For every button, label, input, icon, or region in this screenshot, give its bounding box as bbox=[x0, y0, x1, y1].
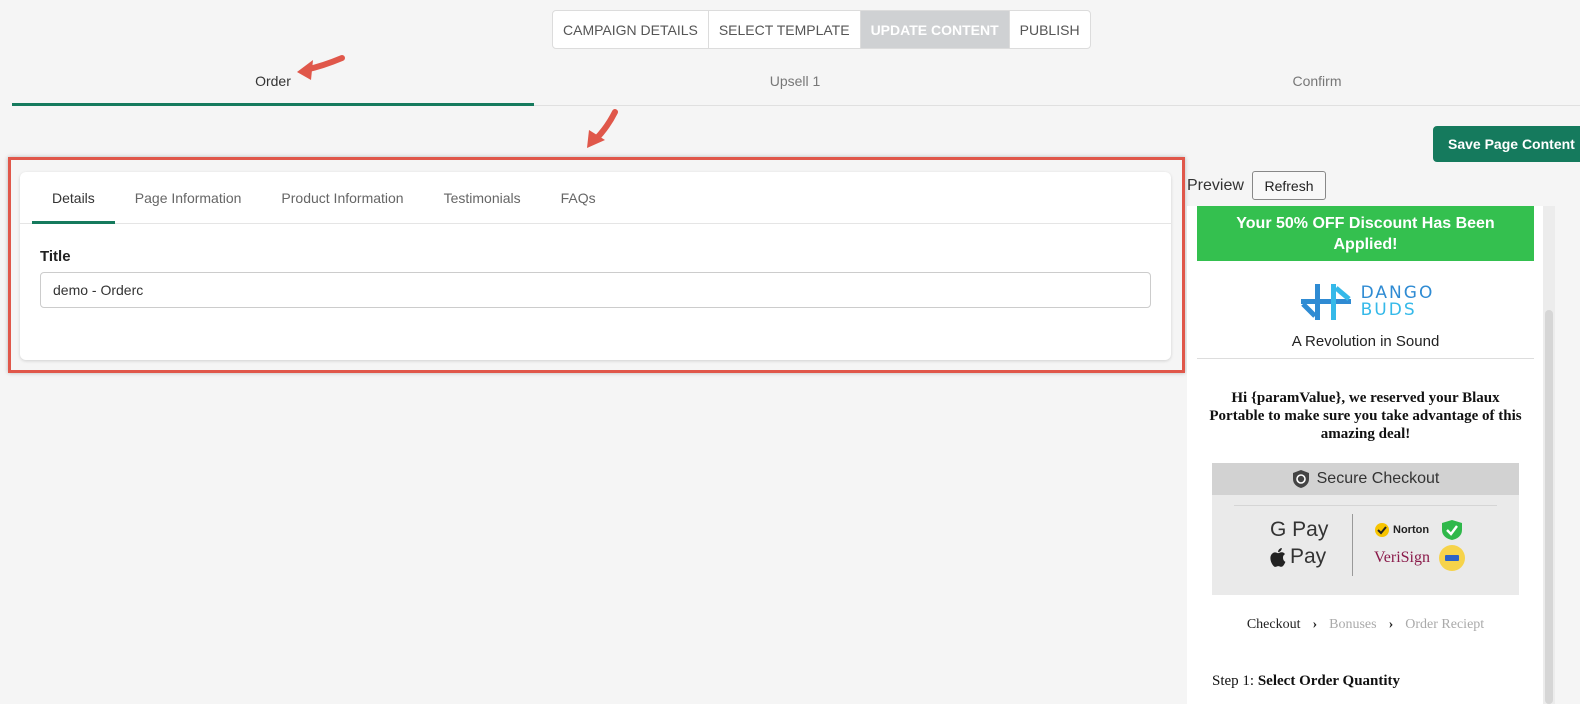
brand-logo: DANGO BUDS bbox=[1197, 277, 1534, 327]
wizard-step-select-template[interactable]: SELECT TEMPLATE bbox=[709, 11, 861, 48]
chevron-right-icon: › bbox=[1388, 617, 1394, 632]
page-tabs: Order Upsell 1 Confirm bbox=[12, 56, 1580, 106]
norton-badge: Norton bbox=[1393, 524, 1430, 536]
page-tab-order[interactable]: Order bbox=[12, 56, 534, 106]
tab-testimonials[interactable]: Testimonials bbox=[424, 172, 541, 223]
payment-badges: G Pay Pay Norton VeriSign bbox=[1234, 505, 1497, 585]
greeting-text: Hi {paramValue}, we reserved your Blaux … bbox=[1209, 390, 1522, 442]
logo-text-line2: BUDS bbox=[1360, 300, 1417, 320]
secure-checkout-box: Secure Checkout G Pay Pay Norton VeriSig… bbox=[1212, 463, 1519, 595]
step-1-prefix: Step 1: bbox=[1212, 673, 1255, 689]
paypal-verified-icon bbox=[1439, 545, 1465, 571]
secure-checkout-label: Secure Checkout bbox=[1316, 470, 1440, 487]
annotation-arrow-icon bbox=[297, 55, 345, 80]
checkout-step-order-receipt: Order Reciept bbox=[1405, 617, 1485, 632]
page-tab-upsell-1[interactable]: Upsell 1 bbox=[534, 56, 1056, 105]
tab-details[interactable]: Details bbox=[32, 172, 115, 224]
tab-faqs[interactable]: FAQs bbox=[541, 172, 616, 223]
title-input[interactable] bbox=[40, 272, 1151, 308]
brand-tagline: A Revolution in Sound bbox=[1197, 333, 1534, 359]
apple-pay-logo: Pay bbox=[1290, 545, 1327, 568]
annotation-arrow-icon bbox=[587, 109, 618, 148]
badge-divider bbox=[1352, 514, 1353, 576]
norton-check-icon bbox=[1375, 523, 1389, 537]
verified-shield-icon bbox=[1442, 520, 1463, 540]
tab-page-information[interactable]: Page Information bbox=[115, 172, 262, 223]
editor-tabs: Details Page Information Product Informa… bbox=[20, 172, 1171, 224]
preview-page: Your 50% OFF Discount Has Been Applied! … bbox=[1197, 206, 1534, 704]
wizard-step-publish[interactable]: PUBLISH bbox=[1010, 11, 1090, 48]
checkout-step-bonuses: Bonuses bbox=[1329, 617, 1377, 632]
google-pay-logo: G Pay bbox=[1270, 518, 1329, 541]
checkout-step-checkout: Checkout bbox=[1246, 617, 1301, 632]
page-tab-confirm[interactable]: Confirm bbox=[1056, 56, 1578, 105]
preview-scrollbar-thumb[interactable] bbox=[1545, 310, 1553, 704]
save-page-content-button[interactable]: Save Page Content bbox=[1433, 126, 1580, 162]
title-label: Title bbox=[40, 248, 71, 265]
checkout-steps: Checkout › Bonuses › Order Reciept bbox=[1197, 617, 1534, 633]
discount-banner: Your 50% OFF Discount Has Been Applied! bbox=[1197, 206, 1534, 261]
wizard-steps: CAMPAIGN DETAILS SELECT TEMPLATE UPDATE … bbox=[552, 10, 1091, 49]
wizard-step-update-content[interactable]: UPDATE CONTENT bbox=[860, 11, 1010, 48]
tab-product-information[interactable]: Product Information bbox=[261, 172, 423, 223]
preview-label: Preview bbox=[1187, 177, 1244, 194]
step-1-heading: Step 1: Select Order Quantity bbox=[1212, 673, 1534, 690]
verisign-badge: VeriSign bbox=[1374, 549, 1430, 566]
chevron-right-icon: › bbox=[1312, 617, 1318, 632]
content-editor-card: Details Page Information Product Informa… bbox=[20, 172, 1171, 360]
refresh-button[interactable]: Refresh bbox=[1252, 171, 1326, 200]
step-1-title: Select Order Quantity bbox=[1257, 673, 1401, 689]
apple-icon bbox=[1270, 547, 1286, 567]
shield-icon bbox=[1292, 470, 1309, 488]
wizard-step-campaign-details[interactable]: CAMPAIGN DETAILS bbox=[553, 11, 709, 48]
preview-frame: Your 50% OFF Discount Has Been Applied! … bbox=[1187, 206, 1554, 704]
logo-mark-icon bbox=[1300, 284, 1351, 320]
